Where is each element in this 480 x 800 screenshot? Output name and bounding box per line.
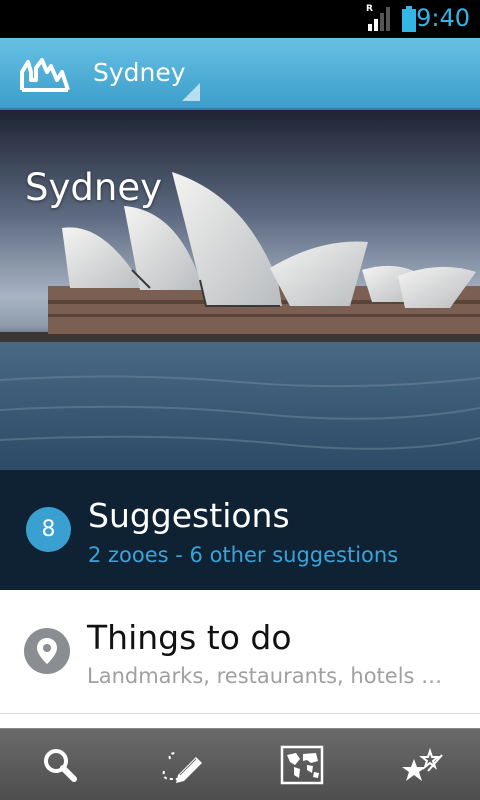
location-pin-icon [24,628,70,674]
action-bar: Sydney [0,38,480,110]
things-to-do-row[interactable]: Things to do Landmarks, restaurants, hot… [0,590,480,714]
pencil-icon [162,752,202,783]
suggestions-subtitle: 2 zooes - 6 other suggestions [88,543,399,567]
things-to-do-title: Things to do [87,618,292,657]
battery-icon [402,6,416,32]
status-bar: R 9:40 [0,0,480,38]
bottom-toolbar [0,728,480,800]
roaming-indicator: R [366,4,373,14]
suggestions-count-badge: 8 [26,507,71,552]
city-spinner-label[interactable]: Sydney [93,58,186,87]
dropdown-corner-icon[interactable] [182,83,200,101]
map-button[interactable] [240,729,360,800]
hero-image[interactable]: Sydney [0,110,480,470]
suggestions-title: Suggestions [88,496,290,535]
clock: 9:40 [416,4,470,32]
hero-title: Sydney [25,166,162,209]
favorites-stars-icon [402,747,443,781]
search-icon [44,749,77,782]
things-to-do-subtitle: Landmarks, restaurants, hotels … [87,664,443,688]
search-button[interactable] [0,729,120,800]
opera-house-photo [0,172,480,470]
next-list-item-peek [0,714,480,728]
notes-button[interactable] [120,729,240,800]
suggestions-row[interactable]: 8 Suggestions 2 zooes - 6 other suggesti… [0,470,480,590]
signal-icon: R [366,4,390,32]
skyline-logo-icon[interactable] [20,58,70,92]
favorites-button[interactable] [360,729,480,800]
world-map-icon [280,745,324,785]
